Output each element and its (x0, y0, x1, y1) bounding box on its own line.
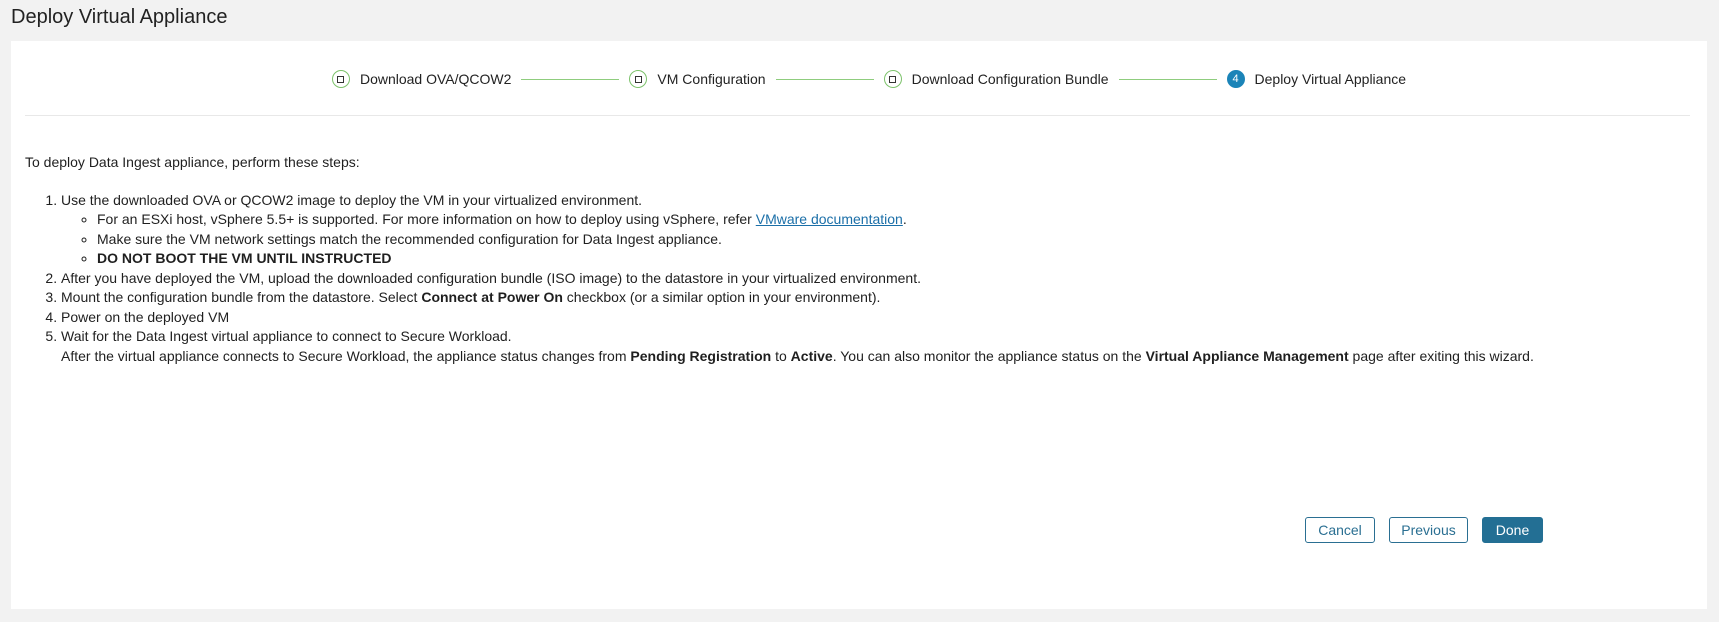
step-download-configuration-bundle[interactable]: Download Configuration Bundle (883, 70, 1109, 88)
list-item: Use the downloaded OVA or QCOW2 image to… (61, 191, 1534, 269)
list-item: After you have deployed the VM, upload t… (61, 269, 1534, 289)
text: to (771, 347, 791, 364)
cancel-button[interactable]: Cancel (1305, 517, 1375, 543)
step-vm-configuration[interactable]: VM Configuration (629, 70, 766, 88)
list-item: Mount the configuration bundle from the … (61, 288, 1534, 308)
list-item: DO NOT BOOT THE VM UNTIL INSTRUCTED (97, 249, 1534, 269)
step-label: Download OVA/QCOW2 (359, 71, 512, 87)
step-label: Download Configuration Bundle (911, 71, 1109, 87)
previous-button[interactable]: Previous (1389, 517, 1468, 543)
step-deploy-virtual-appliance[interactable]: 4 Deploy Virtual Appliance (1226, 70, 1407, 88)
wizard-stepper: Download OVA/QCOW2 VM Configuration Down… (11, 67, 1707, 91)
step-label: Deploy Virtual Appliance (1254, 71, 1407, 87)
step-connector (775, 78, 874, 80)
step-complete-icon (629, 70, 648, 88)
divider (25, 115, 1690, 116)
list-item: Wait for the Data Ingest virtual applian… (61, 327, 1534, 366)
bold-text: Virtual Appliance Management (1145, 347, 1349, 364)
step-connector (521, 78, 620, 80)
step-complete-icon (883, 70, 902, 88)
instructions: To deploy Data Ingest appliance, perform… (25, 153, 1534, 366)
done-button[interactable]: Done (1482, 517, 1543, 543)
list-item: Make sure the VM network settings match … (97, 230, 1534, 250)
bold-text: Active (790, 347, 833, 364)
text: Mount the configuration bundle from the … (61, 289, 422, 305)
page-title: Deploy Virtual Appliance (11, 6, 228, 28)
text: page after exiting this wizard. (1348, 347, 1534, 364)
step-label: VM Configuration (657, 71, 766, 87)
bold-text: Connect at Power On (421, 289, 563, 305)
bold-text: Pending Registration (630, 347, 772, 364)
text: After the virtual appliance connects to … (61, 347, 631, 364)
list-item: Power on the deployed VM (61, 308, 1534, 328)
step-download-ova[interactable]: Download OVA/QCOW2 (331, 70, 512, 88)
text: checkbox (or a similar option in your en… (562, 289, 881, 305)
step-text: Use the downloaded OVA or QCOW2 image to… (61, 191, 643, 208)
list-item: For an ESXi host, vSphere 5.5+ is suppor… (97, 210, 1534, 230)
steps-list: Use the downloaded OVA or QCOW2 image to… (25, 191, 1534, 367)
intro-text: To deploy Data Ingest appliance, perform… (25, 154, 360, 170)
sub-list: For an ESXi host, vSphere 5.5+ is suppor… (61, 210, 1534, 269)
step-complete-icon (331, 70, 350, 88)
text: . You can also monitor the appliance sta… (832, 347, 1146, 364)
step-connector (1118, 78, 1217, 80)
warning-text: DO NOT BOOT THE VM UNTIL INSTRUCTED (97, 250, 392, 266)
wizard-card: Download OVA/QCOW2 VM Configuration Down… (11, 41, 1707, 609)
step-number-icon: 4 (1226, 70, 1245, 88)
vmware-documentation-link[interactable]: VMware documentation (756, 211, 903, 227)
text: For an ESXi host, vSphere 5.5+ is suppor… (97, 211, 756, 227)
text: . (902, 211, 907, 227)
text: Wait for the Data Ingest virtual applian… (61, 328, 512, 344)
